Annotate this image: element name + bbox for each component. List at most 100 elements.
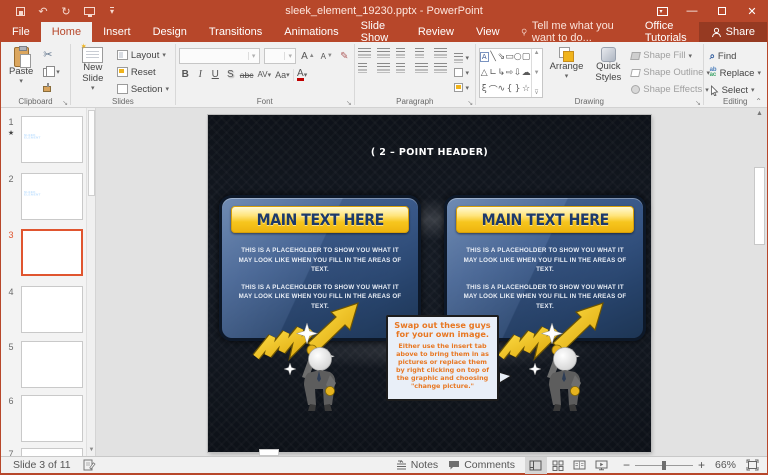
shapes-gallery[interactable]: A ╲ ⇘ ▭ ○ ▢ △ ∟ ↳ ⇨ ⇩ ☁ ξ ⌒ ∿ { } xyxy=(479,48,543,98)
bold-button[interactable]: B xyxy=(179,67,192,82)
section-button[interactable]: Section▾ xyxy=(114,81,172,97)
dialog-launcher-icon[interactable]: ↘ xyxy=(346,99,352,107)
thumbnail-slide-3-selected[interactable]: 3 xyxy=(1,229,95,276)
font-size-combobox[interactable]: ▾ xyxy=(264,48,297,64)
clear-formatting-button[interactable]: ✎ xyxy=(338,49,351,64)
horizontal-scrollbar-thumb[interactable] xyxy=(259,449,279,456)
fit-slide-to-window-icon[interactable] xyxy=(746,459,759,471)
shape-right-arrow-icon[interactable]: ⇨ xyxy=(506,68,514,78)
ribbon-display-options-button[interactable] xyxy=(647,0,677,22)
justify-icon[interactable] xyxy=(415,63,428,73)
zoom-percentage[interactable]: 66% xyxy=(715,459,736,471)
font-color-button[interactable]: A▾ xyxy=(296,67,309,82)
shape-cloud-icon[interactable]: ☁ xyxy=(522,68,531,78)
strikethrough-button[interactable]: abc xyxy=(239,67,255,82)
shape-triangle-icon[interactable]: △ xyxy=(481,68,488,78)
format-painter-button[interactable] xyxy=(40,81,63,97)
shape-fill-button[interactable]: Shape Fill▾ xyxy=(628,48,713,63)
tab-review[interactable]: Review xyxy=(407,22,465,42)
dialog-launcher-icon[interactable]: ↘ xyxy=(62,99,68,107)
columns-icon[interactable] xyxy=(434,63,447,73)
increase-font-button[interactable]: A▲ xyxy=(300,49,315,64)
shape-line-icon[interactable]: ╲ xyxy=(490,52,495,62)
tab-animations[interactable]: Animations xyxy=(273,22,349,42)
thumbnail-slide-6[interactable]: 6 xyxy=(1,395,95,442)
font-name-combobox[interactable]: ▾ xyxy=(179,48,260,64)
text-direction-button[interactable]: ▾ xyxy=(451,51,473,64)
thumbnail-slide-7[interactable]: 7 xyxy=(1,448,95,456)
slide-sorter-view-button[interactable] xyxy=(547,457,569,474)
shape-curve-icon[interactable]: ∿ xyxy=(498,84,506,94)
decrease-indent-icon[interactable] xyxy=(396,48,409,58)
tab-design[interactable]: Design xyxy=(142,22,198,42)
dialog-launcher-icon[interactable]: ↘ xyxy=(695,99,701,107)
zoom-out-button[interactable]: − xyxy=(623,458,630,472)
shape-left-brace-icon[interactable]: { xyxy=(507,84,513,94)
thumbnail-slide-4[interactable]: 4 xyxy=(1,286,95,333)
gallery-up-icon[interactable]: ▲ xyxy=(534,50,540,56)
copy-button[interactable]: ▾ xyxy=(40,64,63,80)
start-slideshow-button[interactable] xyxy=(82,4,96,18)
decrease-font-button[interactable]: A▼ xyxy=(320,49,334,64)
tab-slideshow[interactable]: Slide Show xyxy=(350,22,407,42)
tab-home[interactable]: Home xyxy=(41,22,92,42)
normal-view-button[interactable] xyxy=(525,457,547,474)
shape-rounded-rectangle-icon[interactable]: ▢ xyxy=(522,52,531,62)
office-tutorials-tab[interactable]: Office Tutorials xyxy=(633,20,699,44)
shape-rectangle-icon[interactable]: ▭ xyxy=(505,52,514,62)
shape-elbow-arrow-icon[interactable]: ↳ xyxy=(498,68,506,78)
tab-file[interactable]: File xyxy=(1,22,41,42)
shape-down-arrow-icon[interactable]: ⇩ xyxy=(514,68,522,78)
scrollbar-thumb[interactable] xyxy=(754,167,765,245)
text-shadow-button[interactable]: S xyxy=(224,67,237,82)
panel-title-bar[interactable]: MAIN TEXT HERE xyxy=(231,206,409,233)
tell-me-box[interactable]: Tell me what you want to do... xyxy=(511,22,633,42)
underline-button[interactable]: U xyxy=(209,67,222,82)
reset-button[interactable]: Reset xyxy=(114,64,172,80)
scroll-down-icon[interactable]: ▼ xyxy=(87,447,96,453)
panel-body-text[interactable]: THIS IS A PLACEHOLDER TO SHOW YOU WHAT I… xyxy=(461,246,629,275)
panel-title-bar[interactable]: MAIN TEXT HERE xyxy=(456,206,634,233)
slideshow-view-button[interactable] xyxy=(591,457,613,474)
close-button[interactable]: ✕ xyxy=(737,0,767,22)
paste-button[interactable]: Paste ▾ xyxy=(4,44,38,97)
figure-with-arrow-graphic[interactable] xyxy=(495,301,607,413)
zoom-in-button[interactable]: + xyxy=(698,458,705,472)
align-right-icon[interactable] xyxy=(396,63,409,73)
tab-view[interactable]: View xyxy=(465,22,511,42)
shape-outline-button[interactable]: Shape Outline▾ xyxy=(628,65,713,80)
quick-styles-button[interactable]: Quick Styles xyxy=(590,44,626,98)
notes-toggle-button[interactable]: Notes xyxy=(396,459,438,471)
shape-effects-button[interactable]: Shape Effects▾ xyxy=(628,82,713,97)
find-button[interactable]: ⌕Find xyxy=(707,48,764,64)
shape-right-brace-icon[interactable]: } xyxy=(515,84,521,94)
italic-button[interactable]: I xyxy=(194,67,207,82)
change-case-button[interactable]: Aa▾ xyxy=(274,67,291,82)
slide-header-placeholder[interactable]: ( 2 – POINT HEADER) xyxy=(208,147,651,158)
replace-button[interactable]: abacReplace▾ xyxy=(707,65,764,81)
numbering-icon[interactable] xyxy=(377,48,390,58)
scrollbar-thumb[interactable] xyxy=(88,110,95,196)
figure-with-arrow-graphic[interactable] xyxy=(250,301,362,413)
thumbnail-slide-2[interactable]: 2 SLEEK ELEMENT xyxy=(1,173,95,220)
notes-page-icon[interactable] xyxy=(83,459,96,471)
cut-button[interactable]: ✂ xyxy=(40,47,63,63)
speech-bubble-callout[interactable]: Swap out these guys for your own image. … xyxy=(386,315,499,401)
customize-qat-button[interactable]: ▾ xyxy=(105,4,119,18)
reading-view-button[interactable] xyxy=(569,457,591,474)
new-slide-button[interactable]: New Slide ▾ xyxy=(74,44,112,97)
increase-indent-icon[interactable] xyxy=(415,48,428,58)
gallery-more-icon[interactable]: ⊽ xyxy=(534,89,538,96)
align-center-icon[interactable] xyxy=(377,63,390,73)
undo-button[interactable]: ↶ xyxy=(36,4,50,18)
editor-scrollbar[interactable]: ▲ xyxy=(753,109,766,455)
shape-elbow-connector-icon[interactable]: ∟ xyxy=(489,68,497,78)
share-button[interactable]: Share xyxy=(699,22,767,42)
select-button[interactable]: Select▾ xyxy=(707,82,764,98)
thumbnail-slide-5[interactable]: 5 xyxy=(1,341,95,388)
tab-insert[interactable]: Insert xyxy=(92,22,142,42)
shape-textbox-icon[interactable]: A xyxy=(480,52,489,62)
comments-toggle-button[interactable]: Comments xyxy=(448,459,515,471)
zoom-slider[interactable] xyxy=(635,465,693,466)
align-text-button[interactable]: ▾ xyxy=(451,66,473,79)
